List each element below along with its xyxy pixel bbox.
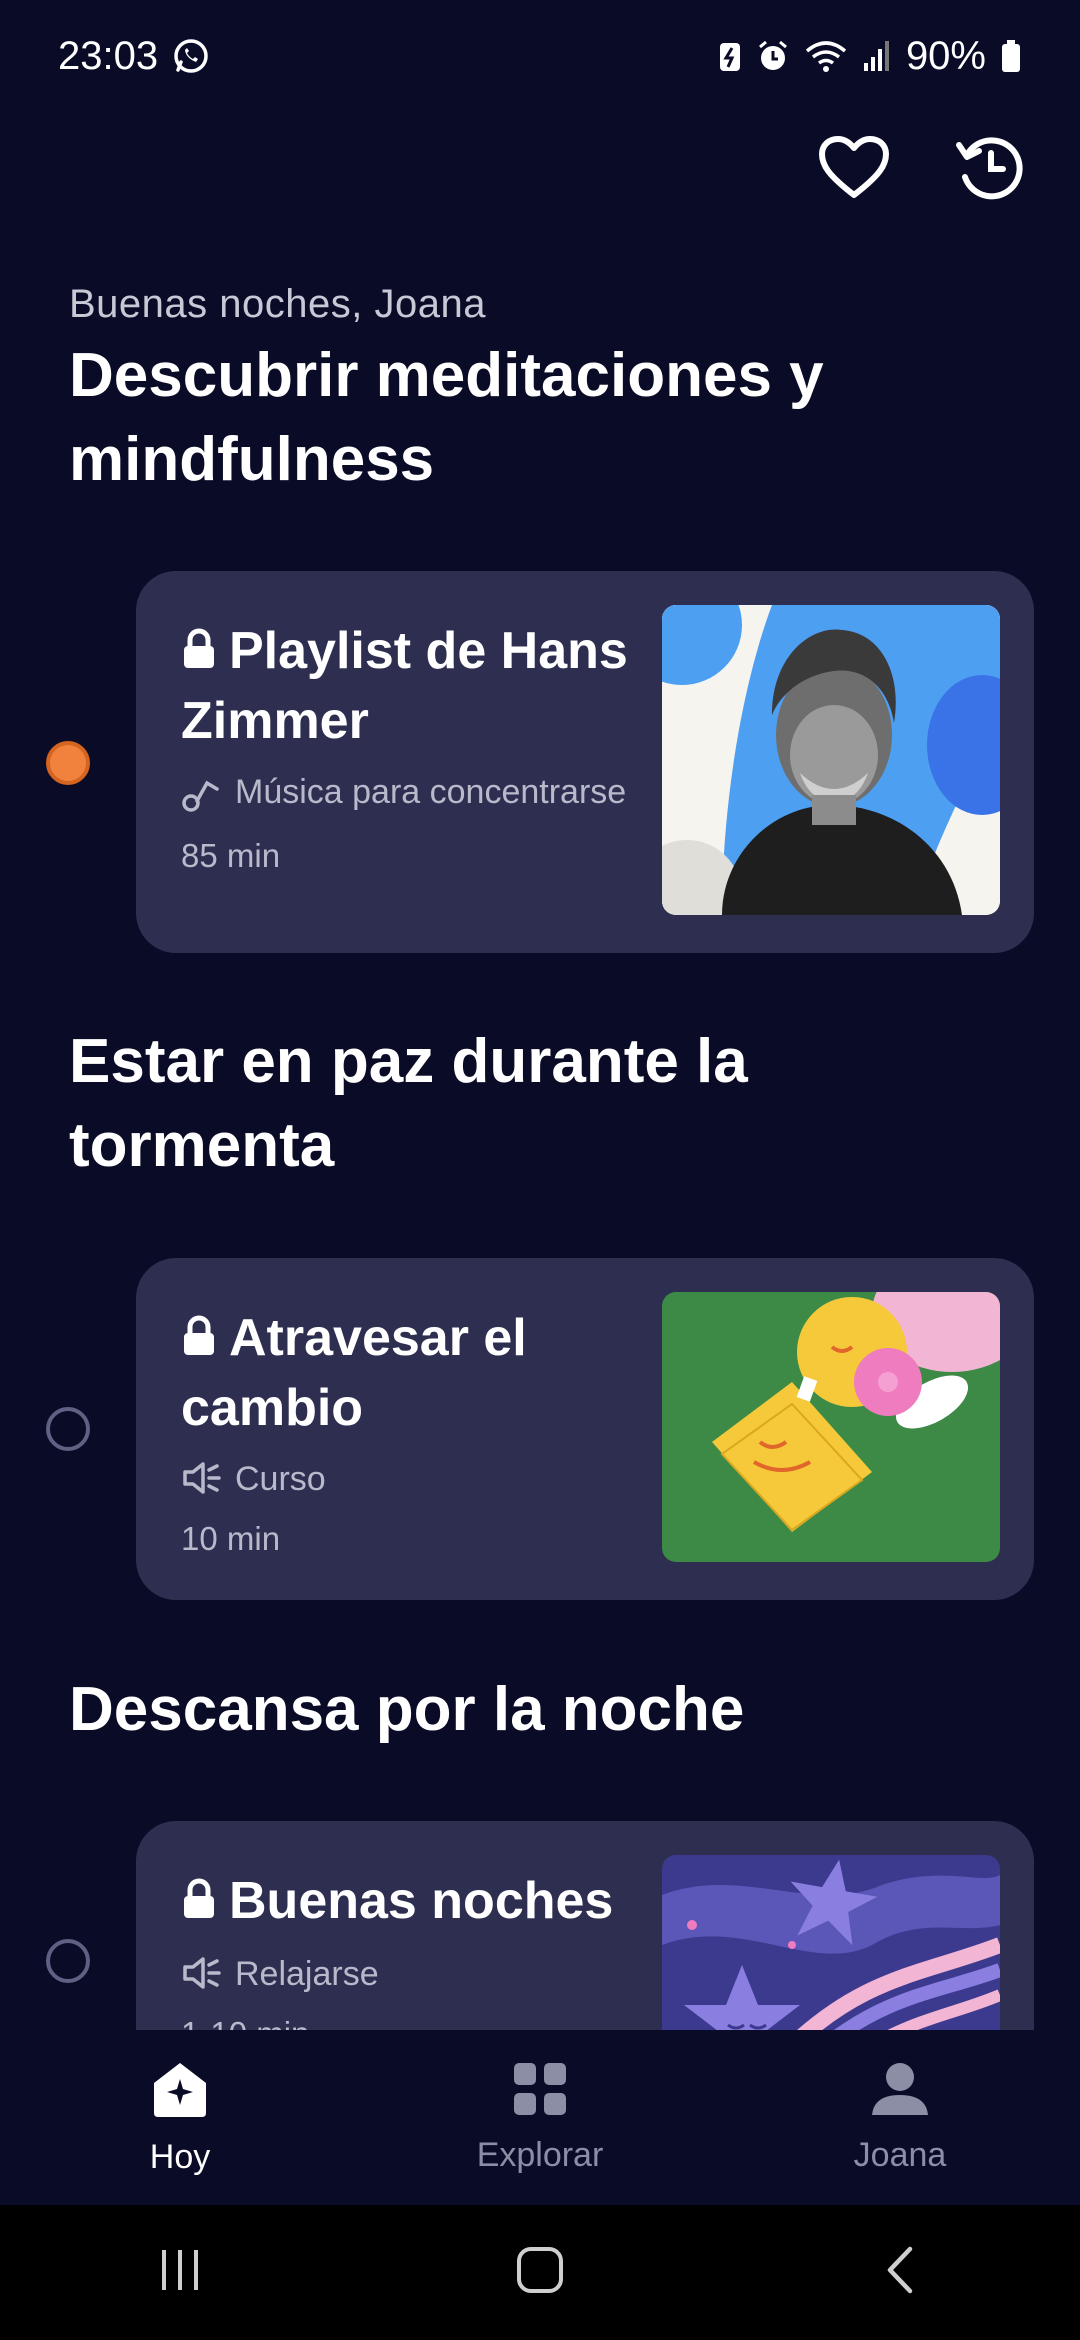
favorites-button[interactable] [814,130,894,210]
back-button[interactable] [840,2233,960,2313]
nav-label: Joana [853,2135,947,2174]
greeting: Buenas noches, Joana [69,282,486,326]
home-square-icon [515,2245,565,2300]
section-title-noche: Descansa por la noche [69,1675,745,1744]
battery-percent: 90% [905,33,986,78]
status-right: 90% [718,34,1022,79]
nav-label: Hoy [149,2137,211,2176]
system-nav-bar [0,2205,1080,2340]
signal-icon [862,39,892,73]
battery-icon [1000,39,1022,73]
nav-item-explorar[interactable]: Explorar [420,2061,660,2175]
recent-apps-icon [156,2246,204,2299]
hans-zimmer-portrait [662,605,1000,915]
card-category-text: Relajarse [235,1955,379,1993]
card-title: Playlist de Hans Zimmer [181,617,651,755]
nav-item-hoy[interactable]: Hoy [60,2059,300,2177]
page-title: Descubrir meditaciones y mindfulness [69,341,824,494]
card-title: Buenas noches [181,1867,651,1937]
status-time: 23:03 [58,33,159,78]
card-category-text: Curso [235,1460,326,1498]
card-title-text: Atravesar el cambio [181,1309,527,1437]
section-title-tormenta: Estar en paz durante la tormenta [69,1027,748,1180]
card-text: Buenas noches Relajarse 1-10 min [181,1867,651,2030]
speaker-icon [181,1955,221,2003]
whatsapp-icon [172,37,210,75]
card-category: Relajarse [181,1951,651,2003]
music-note-icon [181,773,221,825]
alarm-icon [756,39,790,73]
card-title-text: Playlist de Hans Zimmer [181,622,628,750]
card-hans-zimmer[interactable]: Playlist de Hans Zimmer Música para conc… [136,571,1034,953]
bottom-nav: Hoy Explorar Joana [0,2030,1080,2205]
recent-apps-button[interactable] [120,2233,240,2313]
card-text: Playlist de Hans Zimmer Música para conc… [181,617,651,875]
wifi-icon [804,39,848,73]
card-duration: 1-10 min [181,2015,651,2030]
card-title: Atravesar el cambio [181,1304,651,1442]
header-actions [814,130,1030,210]
card-duration: 85 min [181,837,281,874]
card-atravesar-cambio[interactable]: Atravesar el cambio Curso 10 min [136,1258,1034,1600]
puzzle-illustration [662,1292,1000,1562]
card-category: Música para concentrarse [181,769,651,825]
card-text: Atravesar el cambio Curso 10 min [181,1304,651,1558]
lock-icon [181,1306,217,1374]
grid-icon [512,2061,568,2122]
battery-saver-icon [718,39,742,73]
status-left: 23:03 [58,34,210,79]
profile-icon [870,2061,930,2122]
lock-icon [181,619,217,687]
history-icon [953,131,1027,210]
history-button[interactable] [950,130,1030,210]
card-category-text: Música para concentrarse [235,773,627,811]
heart-icon [818,135,890,206]
lock-icon [181,1869,217,1937]
card-duration: 10 min [181,1520,281,1557]
home-icon [148,2059,212,2124]
back-chevron-icon [880,2245,920,2300]
nav-item-joana[interactable]: Joana [780,2061,1020,2175]
timeline-dot [46,1939,90,1983]
timeline-dot-active [46,741,90,785]
speaker-icon [181,1460,221,1508]
timeline-dot [46,1407,90,1451]
home-system-button[interactable] [480,2233,600,2313]
status-bar: 23:03 90% [0,0,1080,112]
nav-label: Explorar [476,2135,604,2174]
card-category: Curso [181,1456,651,1508]
card-title-text: Buenas noches [229,1872,614,1930]
stars-illustration [662,1855,1000,2030]
card-buenas-noches[interactable]: Buenas noches Relajarse 1-10 min [136,1821,1034,2030]
main-content: 23:03 90% Buenas noches, Joana Descubrir… [0,0,1080,2030]
